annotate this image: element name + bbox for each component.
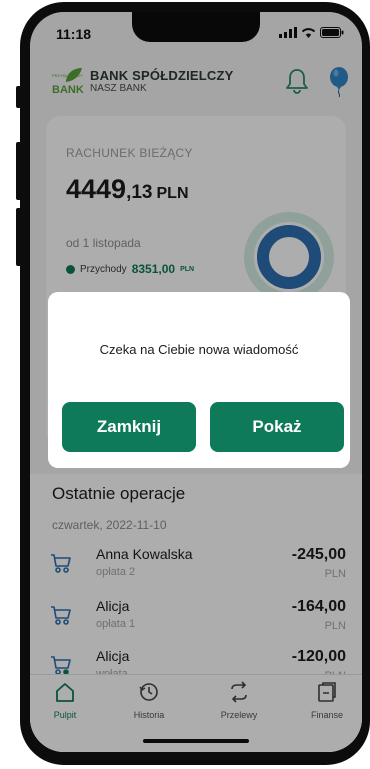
dialog-message: Czeka na Ciebie nowa wiadomość — [99, 342, 299, 357]
message-dialog: Czeka na Ciebie nowa wiadomość Zamknij P… — [48, 292, 350, 468]
phone-frame: 11:18 PRZYKŁADOWY BANK BANK SPÓŁDZIELCZY… — [20, 2, 370, 765]
close-button[interactable]: Zamknij — [62, 402, 196, 452]
app-screen: 11:18 PRZYKŁADOWY BANK BANK SPÓŁDZIELCZY… — [30, 12, 362, 752]
show-button[interactable]: Pokaż — [210, 402, 344, 452]
